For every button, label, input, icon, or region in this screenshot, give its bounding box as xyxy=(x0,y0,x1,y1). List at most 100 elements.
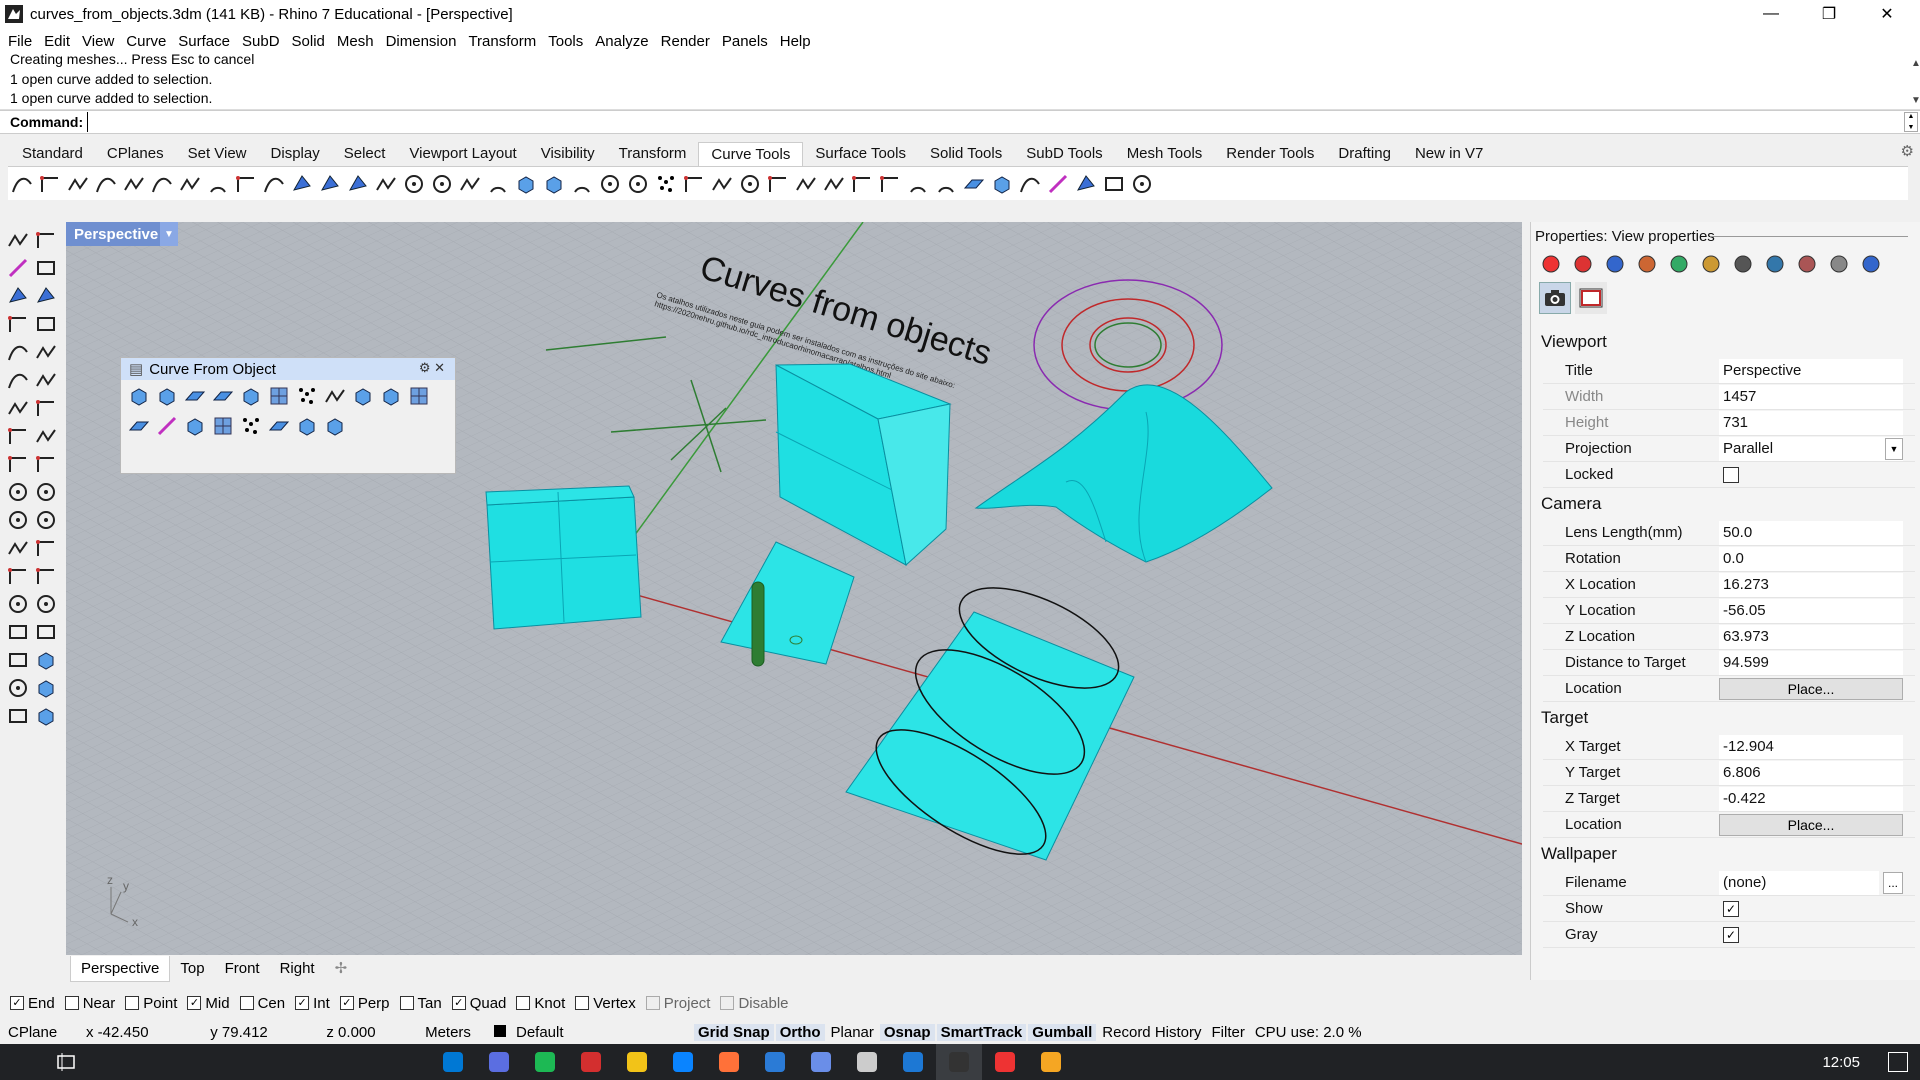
cfo-tool-5-icon[interactable] xyxy=(265,382,293,410)
line-icon[interactable] xyxy=(32,422,60,450)
osnap-checkbox[interactable] xyxy=(399,996,414,1010)
menu-surface[interactable]: Surface xyxy=(172,33,236,50)
insert-knot-icon[interactable] xyxy=(652,170,680,198)
cfo-tool-6-icon[interactable] xyxy=(293,382,321,410)
extend-curve-icon[interactable] xyxy=(260,170,288,198)
panel-gear-close-icons[interactable]: ⚙ ✕ xyxy=(419,360,445,376)
edit-icon[interactable] xyxy=(4,254,32,282)
cfo-tool-11-icon[interactable] xyxy=(125,412,153,440)
cfo-tool-16-icon[interactable] xyxy=(265,412,293,440)
menu-curve[interactable]: Curve xyxy=(120,33,172,50)
hide-icon[interactable] xyxy=(4,590,32,618)
osnap-checkbox[interactable] xyxy=(516,996,531,1010)
group-icon[interactable] xyxy=(4,674,32,702)
cfo-tool-9-icon[interactable] xyxy=(377,382,405,410)
point-icon[interactable] xyxy=(32,226,60,254)
toolbar-settings-gear-icon[interactable]: ⚙ xyxy=(1901,142,1914,160)
tab-visibility[interactable]: Visibility xyxy=(529,142,607,166)
osnap-checkbox[interactable]: ✓ xyxy=(295,996,310,1010)
wireframe-icon[interactable] xyxy=(1100,170,1128,198)
contour-icon[interactable] xyxy=(1016,170,1044,198)
notification-bell-icon[interactable] xyxy=(1855,250,1887,278)
menu-edit[interactable]: Edit xyxy=(38,33,76,50)
intersect-icon[interactable] xyxy=(1128,170,1156,198)
chamfer-curves-icon[interactable] xyxy=(36,170,64,198)
tab-solid-tools[interactable]: Solid Tools xyxy=(918,142,1014,166)
toggle-filter[interactable]: Filter xyxy=(1208,1024,1249,1041)
cfo-tool-7-icon[interactable] xyxy=(321,382,349,410)
height-field[interactable]: 731 xyxy=(1719,410,1903,435)
menu-subd[interactable]: SubD xyxy=(236,33,286,50)
polygon-icon[interactable] xyxy=(4,422,32,450)
osnap-checkbox[interactable]: ✓ xyxy=(187,996,202,1010)
scroll-down-icon[interactable]: ▼ xyxy=(1911,91,1920,110)
osnap-quad[interactable]: ✓ Quad xyxy=(451,995,506,1012)
taskbar-clock[interactable]: 12:05 xyxy=(1822,1044,1860,1080)
menu-help[interactable]: Help xyxy=(774,33,817,50)
app-icon[interactable] xyxy=(568,1044,614,1080)
osnap-tan[interactable]: Tan xyxy=(399,995,442,1012)
minimize-button[interactable]: — xyxy=(1742,0,1800,28)
title-field[interactable]: Perspective xyxy=(1719,358,1903,383)
explode-icon[interactable] xyxy=(32,562,60,590)
chevron-down-icon[interactable]: ▼ xyxy=(160,222,178,246)
project-icon[interactable] xyxy=(932,170,960,198)
fillet-curves-icon[interactable] xyxy=(8,170,36,198)
close-button[interactable]: ✕ xyxy=(1858,0,1916,28)
tab-standard[interactable]: Standard xyxy=(10,142,95,166)
tab-transform[interactable]: Transform xyxy=(607,142,699,166)
menu-panels[interactable]: Panels xyxy=(716,33,774,50)
rotate-icon[interactable] xyxy=(4,450,32,478)
osnap-point[interactable]: Point xyxy=(125,995,177,1012)
menu-dimension[interactable]: Dimension xyxy=(380,33,463,50)
tab-curve-tools[interactable]: Curve Tools xyxy=(698,142,804,166)
cfo-tool-14-icon[interactable] xyxy=(209,412,237,440)
silhouette-icon[interactable] xyxy=(1072,170,1100,198)
cfo-tool-8-icon[interactable] xyxy=(349,382,377,410)
osnap-checkbox[interactable] xyxy=(125,996,140,1010)
offset-curve-icon[interactable] xyxy=(64,170,92,198)
firefox-icon[interactable] xyxy=(706,1044,752,1080)
curve-icon[interactable] xyxy=(32,310,60,338)
menu-transform[interactable]: Transform xyxy=(462,33,542,50)
cfo-tool-10-icon[interactable] xyxy=(405,382,433,410)
named-views-icon[interactable] xyxy=(1663,250,1695,278)
remove-knot-icon[interactable] xyxy=(680,170,708,198)
cfo-tool-18-icon[interactable] xyxy=(321,412,349,440)
osnap-cen[interactable]: Cen xyxy=(239,995,285,1012)
command-input[interactable] xyxy=(87,112,1888,132)
cfo-tool-17-icon[interactable] xyxy=(293,412,321,440)
adjustable-blend-icon[interactable] xyxy=(120,170,148,198)
solid-icon[interactable] xyxy=(32,282,60,310)
cfo-tool-15-icon[interactable] xyxy=(237,412,265,440)
handlebar-icon[interactable] xyxy=(736,170,764,198)
filename-field[interactable]: (none) xyxy=(1719,870,1879,895)
circle-center-icon[interactable] xyxy=(4,478,32,506)
viewport-canvas[interactable]: Curves from objects Os atalhos utilizado… xyxy=(66,222,1522,955)
perspective-viewport[interactable]: Curves from objects Os atalhos utilizado… xyxy=(66,222,1522,955)
curvature-graph-icon[interactable] xyxy=(792,170,820,198)
cyan-box-left[interactable] xyxy=(485,485,642,630)
tab-surface-tools[interactable]: Surface Tools xyxy=(803,142,918,166)
osnap-checkbox[interactable] xyxy=(645,996,660,1010)
menu-mesh[interactable]: Mesh xyxy=(331,33,380,50)
sphere-icon[interactable] xyxy=(32,618,60,646)
acrobat-icon[interactable] xyxy=(982,1044,1028,1080)
toggle-ortho[interactable]: Ortho xyxy=(775,1023,825,1041)
extend-by-arc-icon[interactable] xyxy=(288,170,316,198)
task-view-icon[interactable] xyxy=(42,1044,90,1080)
polyline-icon[interactable] xyxy=(848,170,876,198)
fair-icon[interactable] xyxy=(344,170,372,198)
ytarget-field[interactable]: 6.806 xyxy=(1719,760,1903,785)
store-icon[interactable] xyxy=(430,1044,476,1080)
lens-field[interactable]: 50.0 xyxy=(1719,520,1903,545)
extract-isocurve-icon[interactable] xyxy=(988,170,1016,198)
boolean-icon[interactable] xyxy=(32,674,60,702)
rendering-icon[interactable] xyxy=(1759,250,1791,278)
width-field[interactable]: 1457 xyxy=(1719,384,1903,409)
osnap-vertex[interactable]: Vertex xyxy=(575,995,636,1012)
duplicate-border-icon[interactable] xyxy=(904,170,932,198)
scroll-up-icon[interactable]: ▲ xyxy=(1911,54,1920,74)
menu-view[interactable]: View xyxy=(76,33,120,50)
connect-icon[interactable] xyxy=(232,170,260,198)
